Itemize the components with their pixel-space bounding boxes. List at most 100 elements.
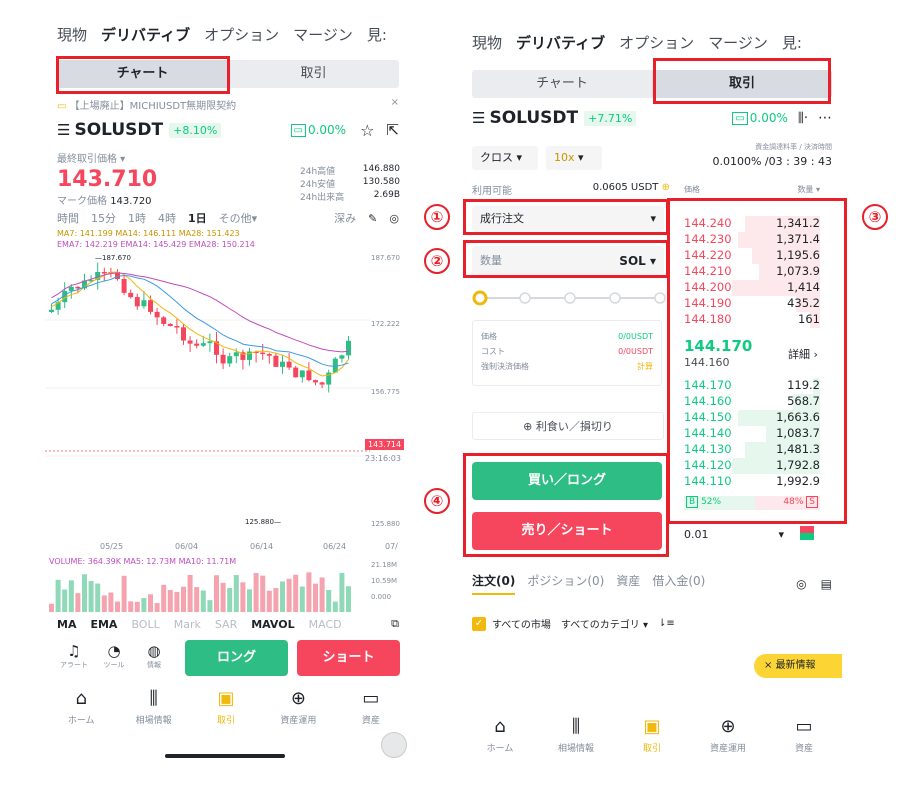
tab-chart[interactable]: チャート bbox=[472, 70, 652, 98]
short-button[interactable]: ショート bbox=[297, 640, 400, 676]
symbol-name[interactable]: SOLUSDT bbox=[489, 108, 578, 128]
history-icon[interactable]: ◎ bbox=[796, 577, 806, 591]
tab-positions[interactable]: ポジション(0) bbox=[527, 572, 604, 595]
ind-ma[interactable]: MA bbox=[57, 618, 76, 631]
ind-boll[interactable]: BOLL bbox=[131, 618, 159, 631]
change-badge: +7.71% bbox=[584, 110, 637, 126]
sort-icon[interactable]: ⇂≡ bbox=[658, 618, 675, 629]
quantity-slider[interactable] bbox=[472, 288, 668, 308]
change-badge: +8.10% bbox=[169, 122, 222, 138]
filter-categories[interactable]: すべてのカテゴリ ▾ bbox=[561, 616, 648, 631]
interval-time[interactable]: 時間 bbox=[57, 210, 79, 226]
star-icon[interactable]: ☆ bbox=[360, 121, 374, 140]
orderbook-layout-icon[interactable] bbox=[800, 526, 814, 540]
more-icon[interactable]: ⋯ bbox=[818, 110, 832, 126]
tab-label: 取引 bbox=[642, 744, 661, 754]
slider-stop[interactable] bbox=[519, 292, 531, 304]
candlestick-chart[interactable] bbox=[45, 252, 407, 542]
chart-mini-icon[interactable]: ⫼· bbox=[798, 111, 808, 126]
document-icon[interactable]: ▤ bbox=[821, 577, 832, 591]
volume-chart[interactable] bbox=[45, 567, 407, 612]
tab-earn[interactable]: ⊕ 資産運用 bbox=[690, 716, 766, 754]
volume-bar bbox=[181, 586, 186, 612]
ind-ema[interactable]: EMA bbox=[90, 618, 117, 631]
tab-home[interactable]: ⌂ ホーム bbox=[45, 688, 117, 726]
tab-loans[interactable]: 借入金(0) bbox=[652, 572, 705, 595]
assistive-touch-icon[interactable] bbox=[381, 732, 407, 758]
tab-markets[interactable]: ⫼ 相場情報 bbox=[117, 688, 189, 726]
menu-icon[interactable]: ☰ bbox=[472, 109, 485, 127]
tool-icon: ◔ bbox=[107, 642, 121, 660]
tab-trade-nav[interactable]: ▣ 取引 bbox=[190, 688, 262, 726]
moving-average-line bbox=[51, 274, 349, 367]
nav-spot[interactable]: 現物 bbox=[57, 24, 87, 45]
transfer-icon[interactable]: ⊕ bbox=[662, 182, 670, 193]
volume-axis: 21.18M 10.59M 0.000 bbox=[371, 557, 397, 605]
pencil-icon[interactable]: ✎ bbox=[368, 212, 377, 225]
share-icon[interactable]: ⇱ bbox=[386, 121, 399, 139]
tab-assets[interactable]: ▭ 資産 bbox=[335, 688, 407, 726]
notice-bar[interactable]: ▭ 【上場廃止】MICHIUSDT無期限契約 × bbox=[57, 97, 399, 112]
news-badge[interactable]: × 最新情報 bbox=[754, 654, 842, 678]
ind-mark[interactable]: Mark bbox=[174, 618, 201, 631]
ob-qty: 1,073.9 bbox=[776, 264, 820, 278]
symbol-name[interactable]: SOLUSDT bbox=[74, 120, 163, 140]
nav-spot[interactable]: 現物 bbox=[472, 32, 502, 53]
candle-body bbox=[200, 343, 206, 346]
volume-bar bbox=[115, 601, 120, 612]
depth-toggle[interactable]: 深み bbox=[334, 210, 356, 226]
filter-markets[interactable]: すべての市場 bbox=[492, 616, 551, 631]
interval-15m[interactable]: 15分 bbox=[91, 210, 116, 226]
leverage-select[interactable]: 10x ▾ bbox=[546, 146, 602, 170]
fullscreen-icon[interactable]: ⧉ bbox=[391, 617, 399, 631]
cost-value[interactable]: 計算 bbox=[637, 359, 653, 374]
ind-macd[interactable]: MACD bbox=[309, 618, 342, 631]
nav-more[interactable]: 見: bbox=[782, 32, 802, 53]
slider-stop[interactable] bbox=[564, 292, 576, 304]
volume-bar bbox=[326, 589, 332, 612]
slider-handle[interactable] bbox=[472, 290, 488, 306]
margin-mode-select[interactable]: クロス ▾ bbox=[472, 146, 538, 170]
slider-stop[interactable] bbox=[654, 292, 666, 304]
volume-bar bbox=[200, 590, 206, 612]
tools-tool[interactable]: ◔ ツール bbox=[97, 642, 131, 670]
tab-trade[interactable]: 取引 bbox=[228, 60, 399, 88]
volume-bar bbox=[121, 575, 127, 612]
tab-trade-nav[interactable]: ▣ 取引 bbox=[614, 716, 690, 754]
right-top-nav: 現物 デリバティブ オプション マージン 見: bbox=[472, 32, 816, 53]
menu-icon[interactable]: ☰ bbox=[57, 121, 70, 139]
long-button[interactable]: ロング bbox=[185, 640, 288, 676]
ind-sar[interactable]: SAR bbox=[215, 618, 237, 631]
nav-derivatives[interactable]: デリバティブ bbox=[101, 24, 190, 45]
nav-margin[interactable]: マージン bbox=[293, 24, 353, 45]
nav-options[interactable]: オプション bbox=[619, 32, 694, 53]
close-icon[interactable]: × bbox=[391, 97, 399, 112]
interval-1d[interactable]: 1日 bbox=[188, 210, 207, 226]
volume-bar bbox=[154, 603, 160, 612]
nav-more[interactable]: 見: bbox=[367, 24, 387, 45]
tab-earn[interactable]: ⊕ 資産運用 bbox=[262, 688, 334, 726]
candle-body bbox=[75, 286, 81, 289]
interval-1h[interactable]: 1時 bbox=[128, 210, 146, 226]
settings-icon[interactable]: ◎ bbox=[389, 212, 399, 225]
tab-home[interactable]: ⌂ ホーム bbox=[462, 716, 538, 754]
tab-markets[interactable]: ⫼ 相場情報 bbox=[538, 716, 614, 754]
interval-more[interactable]: その他 bbox=[219, 210, 252, 226]
nav-options[interactable]: オプション bbox=[204, 24, 279, 45]
checkbox-icon[interactable]: ✓ bbox=[472, 616, 486, 631]
ind-mavol[interactable]: MAVOL bbox=[251, 618, 294, 631]
tick-size-select[interactable]: 0.01 ▾ bbox=[684, 528, 784, 541]
slider-stop[interactable] bbox=[609, 292, 621, 304]
ob-price: 144.130 bbox=[684, 442, 732, 456]
tab-orders[interactable]: 注文(0) bbox=[472, 572, 516, 595]
info-tool[interactable]: ◍ 情報 bbox=[137, 642, 171, 670]
y-tick: 156.775 bbox=[371, 388, 400, 396]
alert-tool[interactable]: ♫ アラート bbox=[57, 642, 91, 670]
tpsl-button[interactable]: ⊕ 利食い／損切り bbox=[472, 412, 664, 440]
volume-bar bbox=[49, 603, 54, 612]
interval-4h[interactable]: 4時 bbox=[158, 210, 176, 226]
nav-margin[interactable]: マージン bbox=[708, 32, 768, 53]
tab-assets[interactable]: ▭ 資産 bbox=[766, 716, 842, 754]
nav-derivatives[interactable]: デリバティブ bbox=[516, 32, 605, 53]
tab-assets-sub[interactable]: 資産 bbox=[616, 572, 640, 595]
